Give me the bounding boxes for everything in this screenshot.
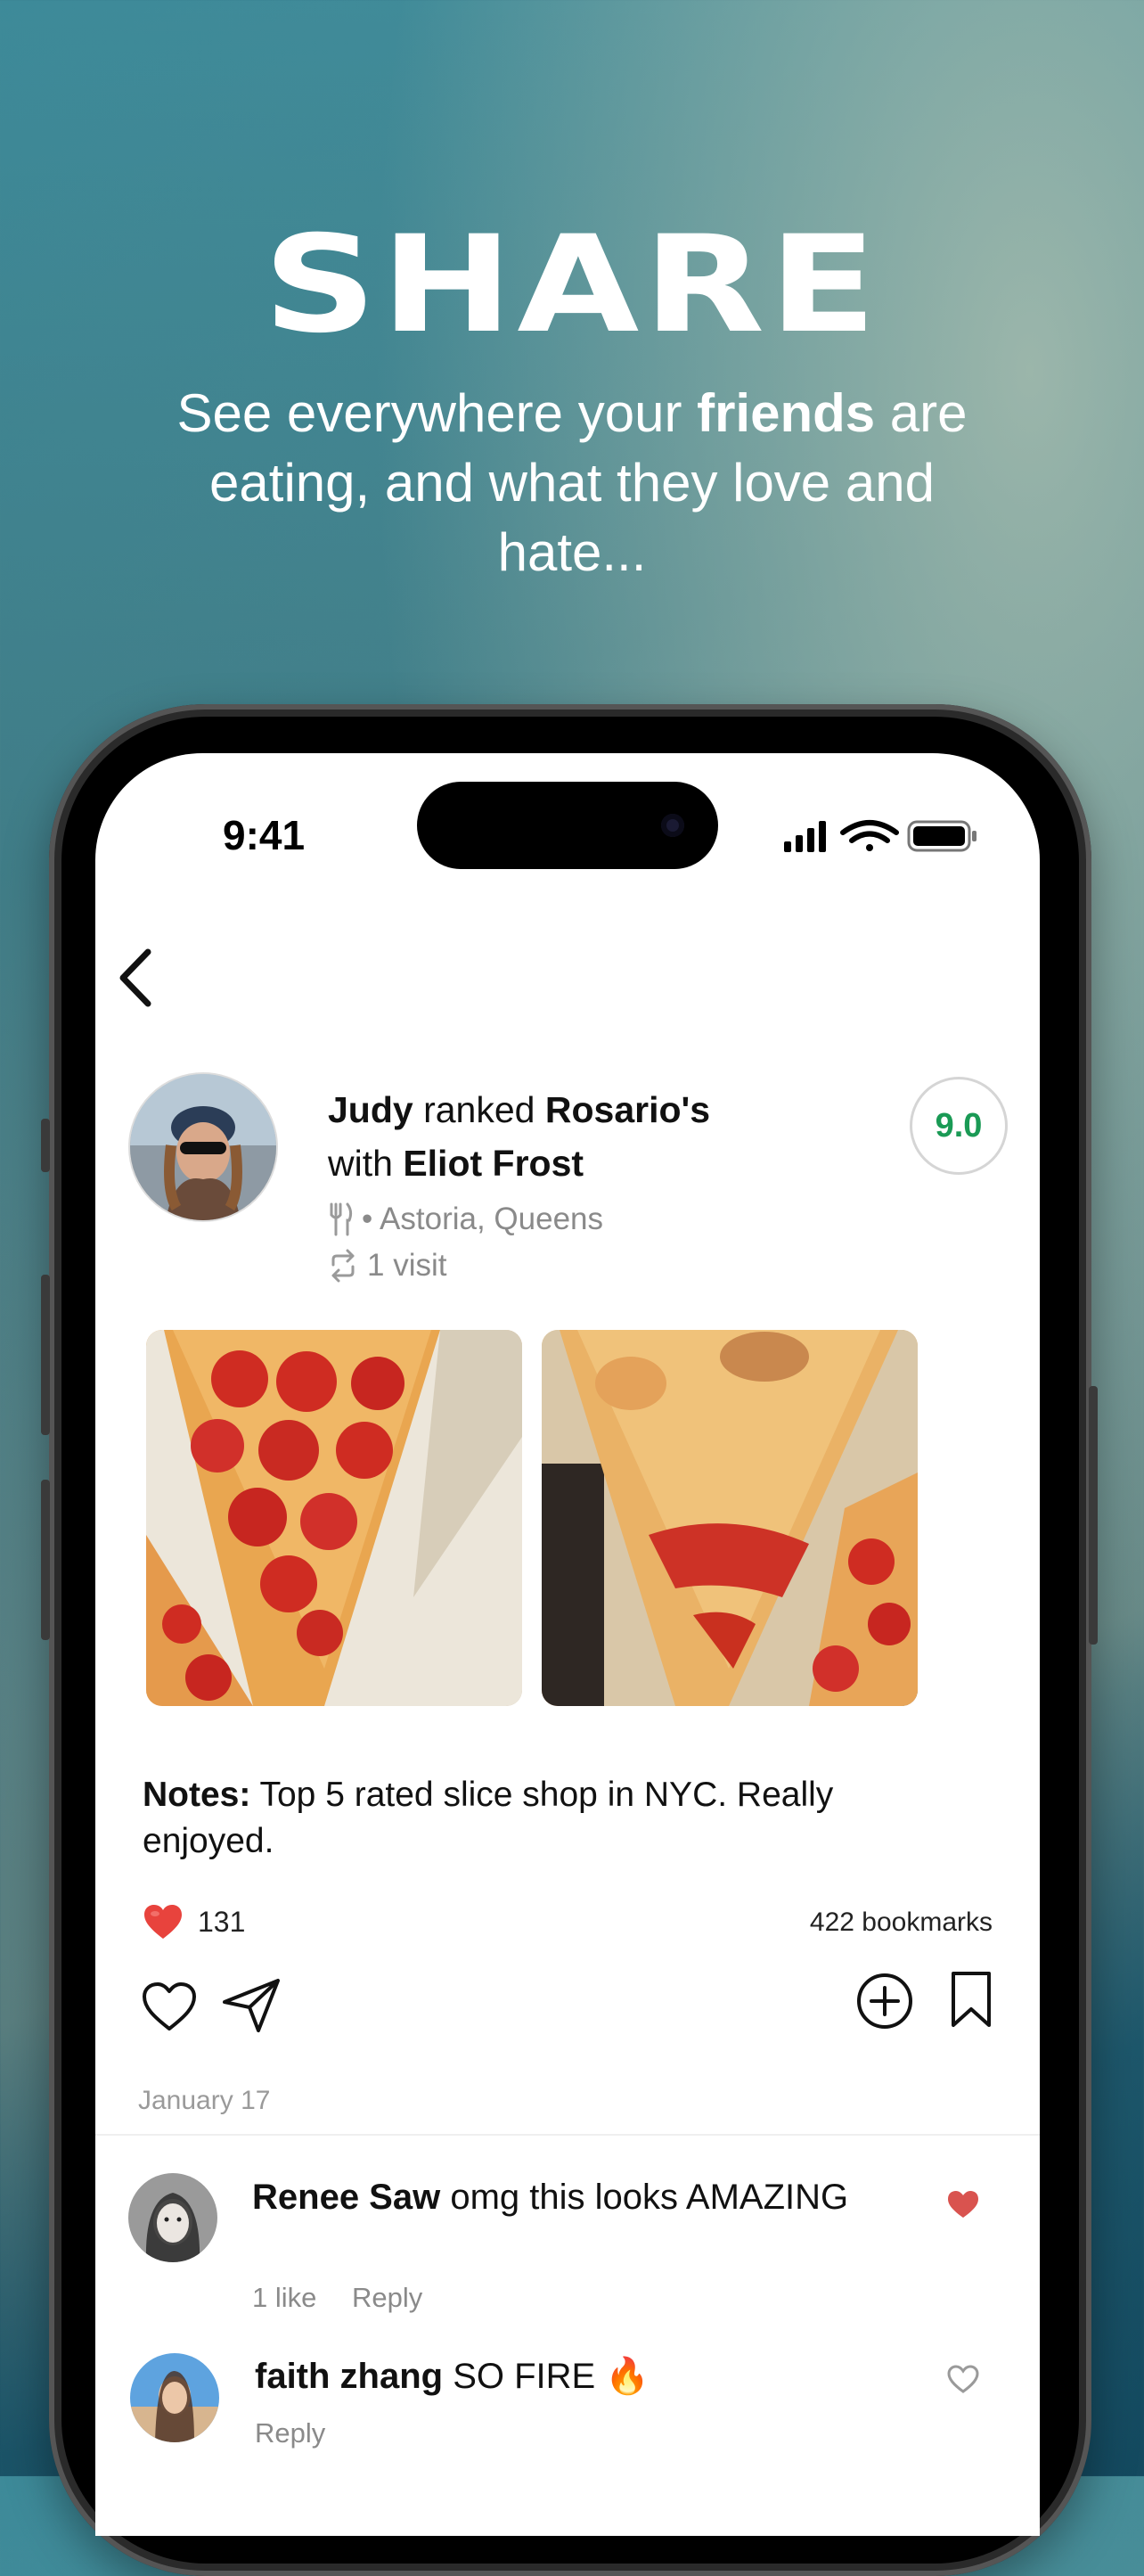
promo-sub-part1: See everywhere your	[176, 383, 698, 443]
promo-sub-bold: friends	[697, 383, 876, 443]
battery-icon	[907, 820, 976, 852]
commenter-avatar[interactable]	[128, 2173, 217, 2262]
back-chevron-icon[interactable]	[114, 947, 159, 1009]
comment-body: omg this looks AMAZING	[440, 2178, 849, 2217]
comment-body: SO FIRE 🔥	[443, 2357, 650, 2396]
post-title: Judy ranked Rosario's	[328, 1089, 710, 1131]
reply-button[interactable]: Reply	[255, 2417, 325, 2449]
comment-heart-filled-icon[interactable]	[946, 2189, 980, 2219]
dynamic-island	[417, 782, 718, 869]
avatar-photo	[130, 1074, 276, 1220]
share-send-icon[interactable]	[221, 1977, 282, 2034]
comment-likes[interactable]: 1 like	[252, 2282, 316, 2314]
comment-heart-outline-icon[interactable]	[946, 2364, 980, 2394]
bookmark-icon[interactable]	[950, 1970, 993, 2029]
commenter-avatar[interactable]	[130, 2353, 219, 2442]
score-badge: 9.0	[910, 1077, 1008, 1175]
phone-volume-up	[41, 1275, 50, 1435]
pizza-image-1	[146, 1330, 522, 1706]
promo-subheadline: See everywhere your friends are eating, …	[151, 379, 993, 587]
notes-label: Notes:	[143, 1776, 251, 1814]
visits-text: 1 visit	[367, 1248, 447, 1283]
promo-headline: SHARE	[263, 208, 881, 363]
utensils-icon	[330, 1202, 353, 1236]
like-heart-icon[interactable]	[141, 1981, 198, 2032]
status-icons	[784, 820, 976, 852]
pizza-photo-2[interactable]	[542, 1330, 918, 1706]
comment-text: Renee Saw omg this looks AMAZING	[252, 2175, 894, 2219]
status-time: 9:41	[223, 812, 306, 858]
bookmarks-count[interactable]: 422 bookmarks	[810, 1907, 993, 1938]
commenter-name[interactable]: Renee Saw	[252, 2178, 440, 2217]
phone-power-button	[1089, 1386, 1098, 1645]
pizza-image-2	[542, 1330, 918, 1706]
visits-line: 1 visit	[328, 1248, 446, 1284]
commenter-photo	[128, 2173, 217, 2262]
pizza-photo-1[interactable]	[146, 1330, 522, 1706]
ranked-text: ranked	[413, 1089, 545, 1130]
camera-icon	[661, 814, 684, 837]
post-date: January 17	[138, 2086, 271, 2115]
with-text: with	[328, 1143, 404, 1184]
reply-button[interactable]: Reply	[352, 2282, 422, 2314]
red-heart-icon	[144, 1905, 182, 1939]
restaurant-name[interactable]: Rosario's	[545, 1089, 710, 1130]
location-text: • Astoria, Queens	[362, 1202, 604, 1236]
post-notes: Notes: Top 5 rated slice shop in NYC. Re…	[143, 1772, 944, 1865]
likes-summary[interactable]: 131	[143, 1903, 245, 1940]
location-line: • Astoria, Queens	[328, 1202, 603, 1237]
commenter-photo	[130, 2353, 219, 2442]
companion-name[interactable]: Eliot Frost	[403, 1143, 584, 1184]
repeat-icon	[331, 1249, 355, 1283]
author-avatar[interactable]	[128, 1072, 278, 1222]
companion-line: with Eliot Frost	[328, 1143, 584, 1185]
like-count: 131	[198, 1905, 246, 1938]
add-circle-icon[interactable]	[855, 1972, 914, 2030]
phone-volume-down	[41, 1480, 50, 1640]
phone-mute-switch	[41, 1119, 50, 1172]
comment-text: faith zhang SO FIRE 🔥	[255, 2354, 896, 2399]
author-name[interactable]: Judy	[328, 1089, 413, 1130]
signal-icon	[784, 821, 826, 852]
wifi-icon	[840, 820, 899, 851]
divider	[95, 2134, 1040, 2136]
commenter-name[interactable]: faith zhang	[255, 2357, 443, 2396]
